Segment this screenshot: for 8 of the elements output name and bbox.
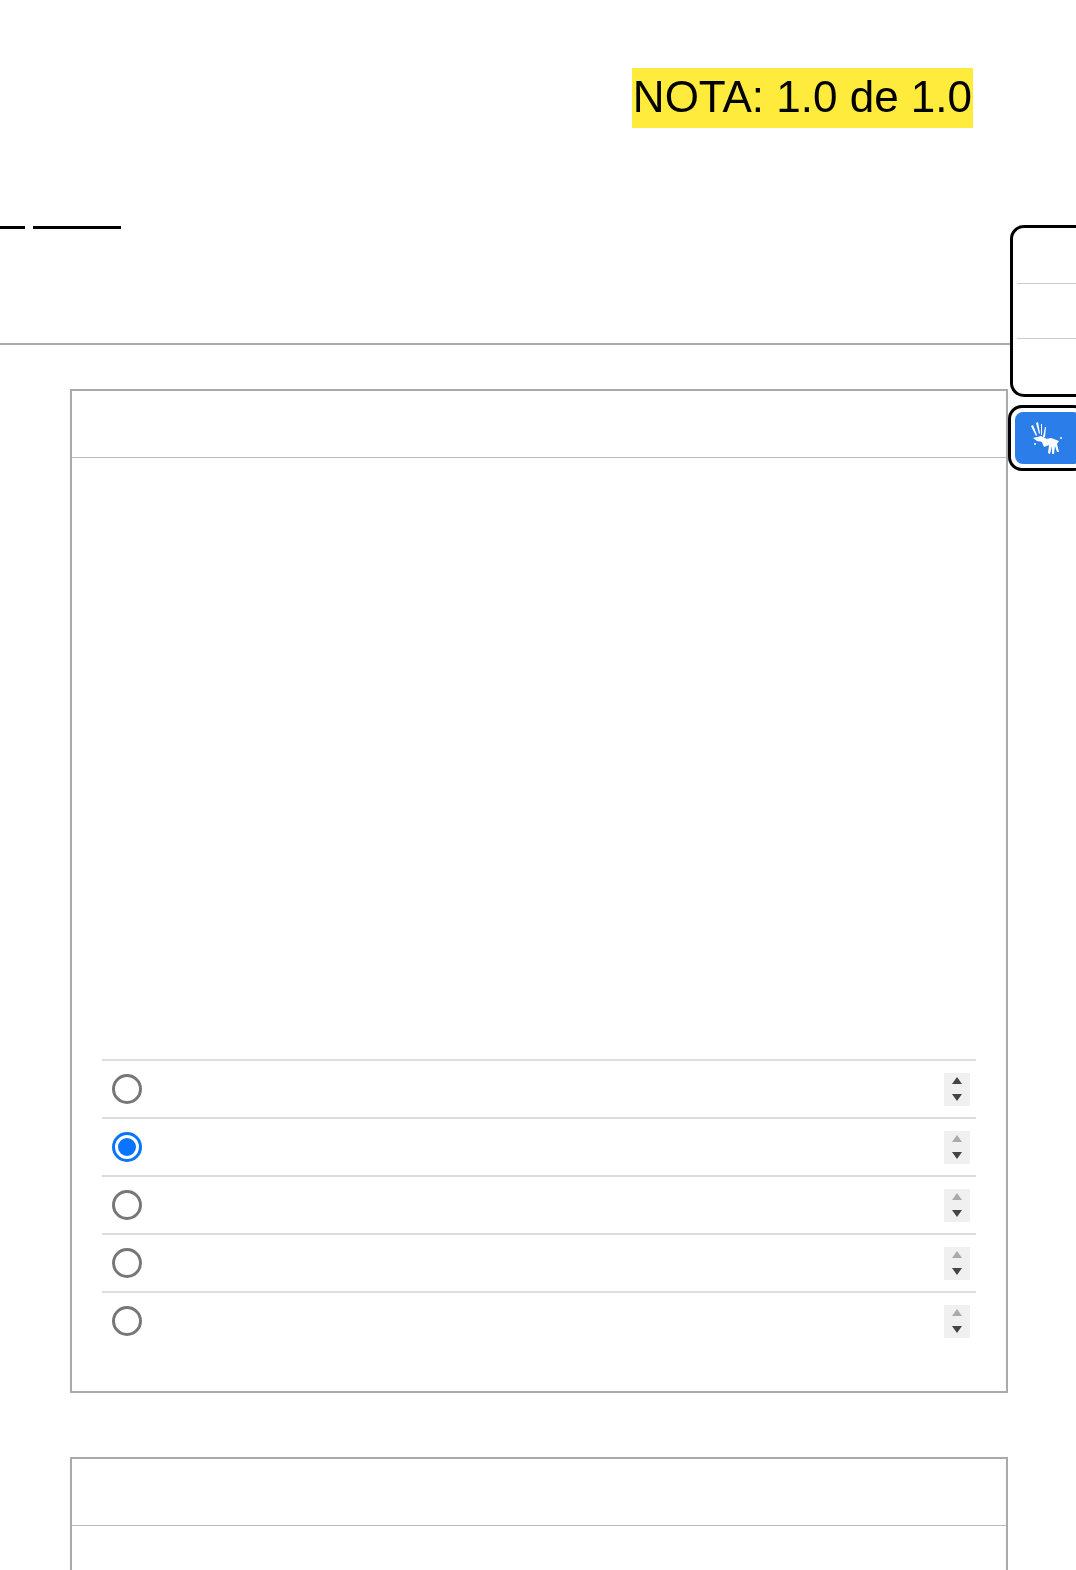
radio-button[interactable] xyxy=(112,1306,142,1336)
accessibility-button[interactable] xyxy=(1008,405,1076,471)
radio-button[interactable] xyxy=(112,1132,142,1162)
grade-label: NOTA: 1.0 de 1.0 xyxy=(631,68,973,128)
radio-button[interactable] xyxy=(112,1074,142,1104)
radio-button[interactable] xyxy=(112,1190,142,1220)
reorder-spinner[interactable] xyxy=(944,1072,970,1106)
radio-button[interactable] xyxy=(112,1248,142,1278)
